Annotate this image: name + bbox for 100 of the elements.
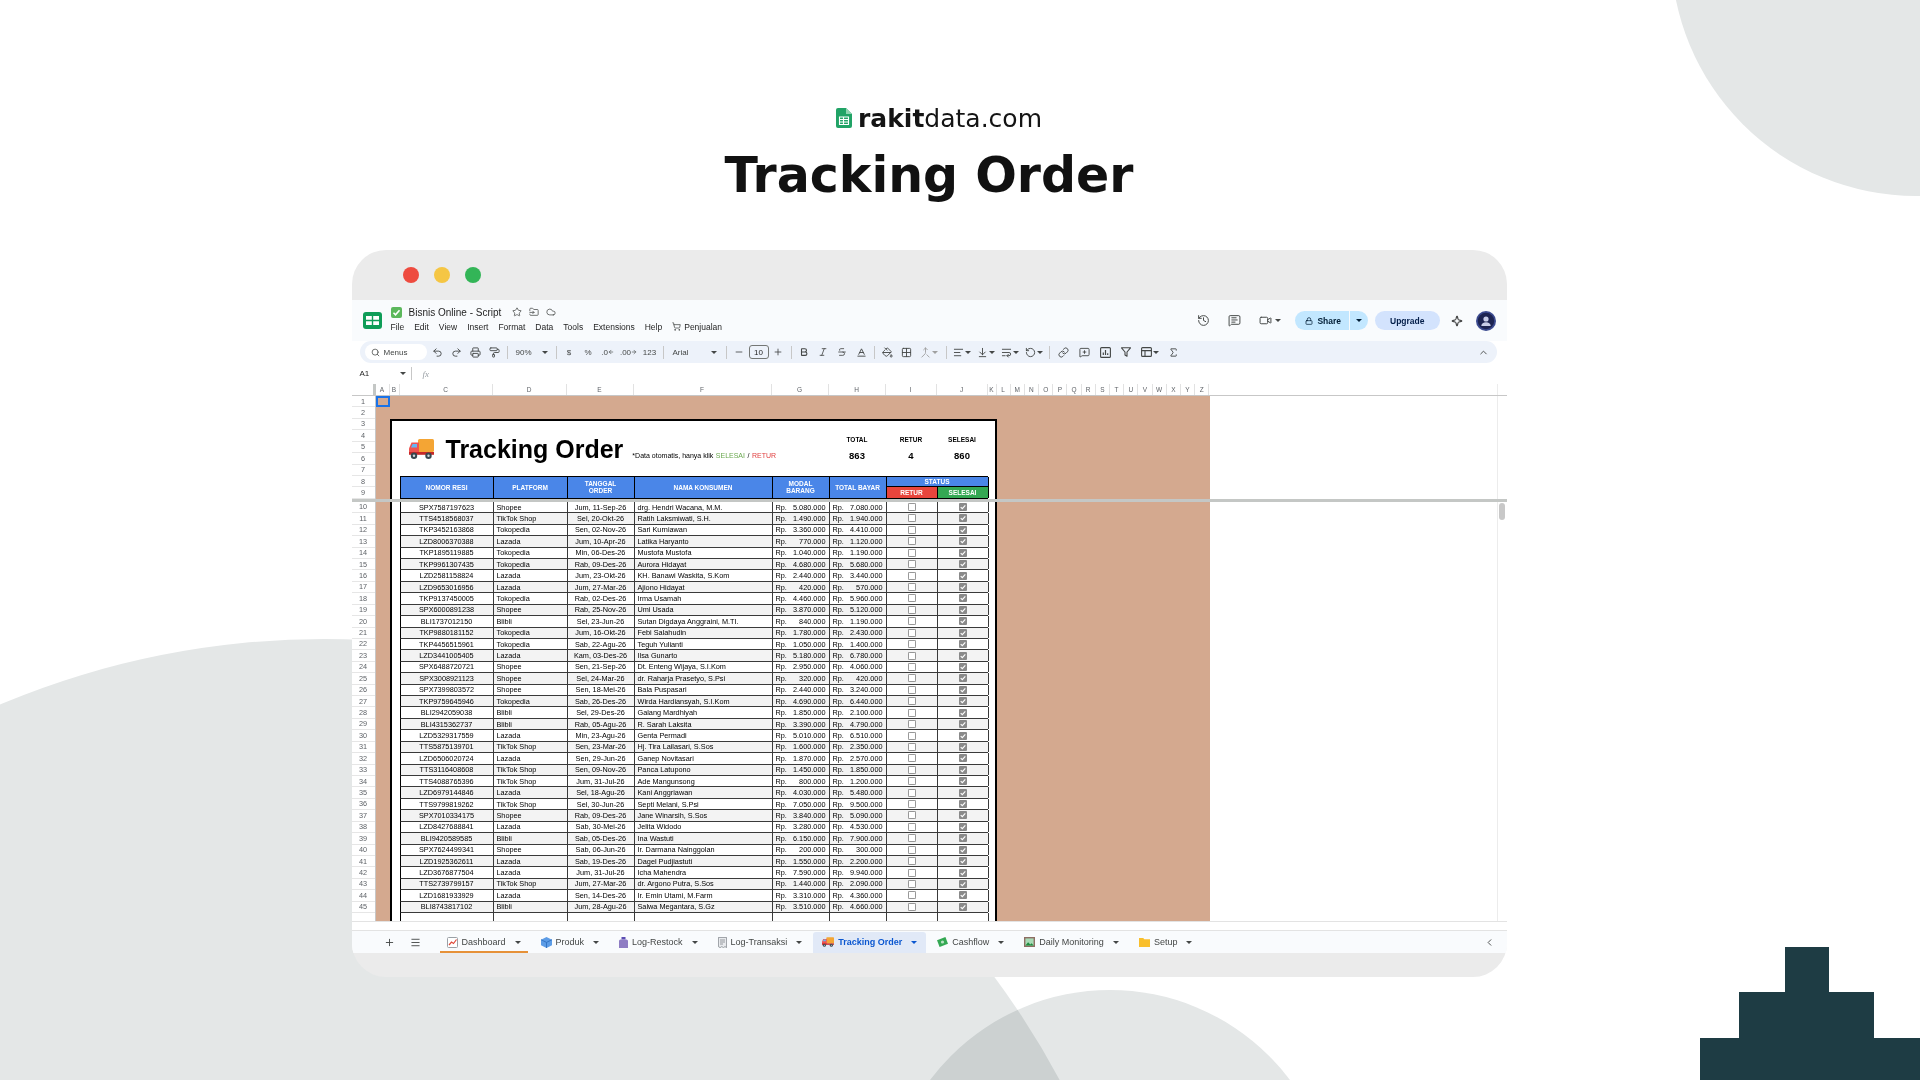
checkbox[interactable] (958, 902, 967, 911)
menu-item[interactable]: View (438, 321, 458, 332)
video-camera-icon[interactable] (1259, 314, 1273, 327)
star-icon[interactable] (512, 307, 523, 317)
caret-icon[interactable] (1036, 350, 1043, 354)
checkbox[interactable] (907, 891, 916, 900)
document-title[interactable]: Bisnis Online - Script (408, 306, 502, 318)
text-color-icon[interactable] (855, 346, 867, 358)
spreadsheet-logo-icon[interactable] (362, 312, 382, 329)
checkbox[interactable] (907, 800, 916, 809)
sheet-tab[interactable]: Tracking Order (813, 931, 927, 953)
merge-icon[interactable] (920, 346, 931, 358)
checkbox[interactable] (958, 560, 967, 569)
checkbox[interactable] (958, 754, 967, 763)
sheet-tab[interactable]: Produk (531, 931, 609, 953)
checkbox[interactable] (907, 697, 916, 706)
checkbox[interactable] (907, 788, 916, 797)
checkbox[interactable] (958, 868, 967, 877)
checkbox[interactable] (907, 742, 916, 751)
align-left-icon[interactable] (952, 346, 964, 358)
checkbox[interactable] (907, 525, 916, 534)
fill-color-icon[interactable] (881, 346, 893, 358)
caret-icon[interactable] (1275, 319, 1282, 322)
menu-item[interactable]: File (390, 321, 405, 332)
sheet-tab[interactable]: Setup (1129, 931, 1202, 953)
checkbox[interactable] (958, 765, 967, 774)
sheet-tab[interactable]: Log-Transaksi (708, 931, 812, 953)
checkbox[interactable] (907, 880, 916, 888)
currency-button[interactable]: $ (559, 343, 579, 361)
menu-item[interactable]: Extensions (593, 321, 635, 332)
folder-icon[interactable] (529, 307, 540, 317)
checkbox[interactable] (958, 571, 967, 580)
checkbox[interactable] (958, 617, 967, 626)
checkbox[interactable] (907, 503, 916, 512)
name-box[interactable]: A1 (357, 365, 408, 382)
rotate-icon[interactable] (1024, 346, 1036, 358)
menu-item[interactable]: Insert (467, 321, 489, 332)
checkbox[interactable] (958, 742, 967, 751)
checkbox[interactable] (907, 594, 916, 603)
borders-icon[interactable] (900, 346, 912, 358)
percent-button[interactable]: % (578, 343, 598, 361)
checkbox[interactable] (907, 857, 916, 866)
menu-icon[interactable] (409, 936, 421, 948)
checkbox[interactable] (958, 651, 967, 660)
font-select[interactable]: Arial (666, 343, 723, 361)
menu-item[interactable]: Penjualan (672, 321, 723, 332)
scrollbar-thumb[interactable] (1499, 502, 1505, 520)
checkbox[interactable] (907, 548, 916, 557)
wrap-text-icon[interactable] (1000, 346, 1012, 358)
checkbox[interactable] (958, 891, 967, 900)
checkbox[interactable] (958, 788, 967, 797)
checkbox[interactable] (907, 708, 916, 717)
upgrade-button[interactable]: Upgrade (1375, 311, 1440, 330)
caret-icon[interactable] (964, 350, 971, 354)
print-icon[interactable] (469, 346, 481, 358)
checkbox[interactable] (907, 720, 916, 729)
bold-icon[interactable] (799, 347, 809, 357)
sum-icon[interactable] (1167, 346, 1179, 358)
checkbox[interactable] (907, 651, 916, 660)
checkbox[interactable] (907, 754, 916, 763)
bar-chart-icon[interactable] (1099, 346, 1111, 358)
checkbox[interactable] (958, 662, 967, 671)
checkbox[interactable] (907, 583, 916, 591)
sparkle-icon[interactable] (1450, 314, 1463, 327)
menu-item[interactable]: Data (535, 321, 554, 332)
checkbox[interactable] (907, 571, 916, 580)
checkbox[interactable] (958, 628, 967, 637)
filter-icon[interactable] (1121, 347, 1131, 357)
checkbox[interactable] (958, 548, 967, 557)
checkbox[interactable] (907, 560, 916, 569)
checkbox[interactable] (958, 811, 967, 820)
window-maximize-icon[interactable] (464, 267, 481, 283)
add-sheet-icon[interactable] (383, 936, 395, 948)
checkbox[interactable] (907, 834, 916, 843)
checkbox[interactable] (958, 845, 967, 854)
checkbox[interactable] (907, 811, 916, 820)
selected-cell[interactable] (375, 396, 390, 408)
menu-item[interactable]: Format (498, 321, 526, 332)
checkbox[interactable] (958, 822, 967, 831)
checkbox[interactable] (907, 617, 916, 626)
paint-format-icon[interactable] (488, 346, 500, 358)
menu-search-button[interactable]: Menus (364, 344, 427, 360)
checkbox[interactable] (958, 697, 967, 706)
menu-item[interactable]: Edit (414, 321, 429, 332)
menu-item[interactable]: Help (644, 321, 663, 332)
checkbox[interactable] (958, 834, 967, 843)
caret-icon[interactable] (1012, 350, 1019, 354)
strikethrough-icon[interactable] (837, 347, 847, 357)
decrease-decimal-button[interactable]: .0 (597, 343, 618, 361)
checkbox[interactable] (958, 674, 967, 683)
checkbox[interactable] (907, 731, 916, 740)
checkbox[interactable] (907, 537, 916, 546)
sheet-tab[interactable]: Dashboard (437, 931, 530, 953)
checkbox[interactable] (907, 628, 916, 637)
caret-icon[interactable] (1152, 350, 1159, 354)
checkbox[interactable] (907, 605, 916, 614)
window-close-icon[interactable] (402, 267, 419, 283)
checkbox[interactable] (907, 822, 916, 831)
checkbox[interactable] (907, 765, 916, 774)
checkbox[interactable] (958, 503, 967, 512)
